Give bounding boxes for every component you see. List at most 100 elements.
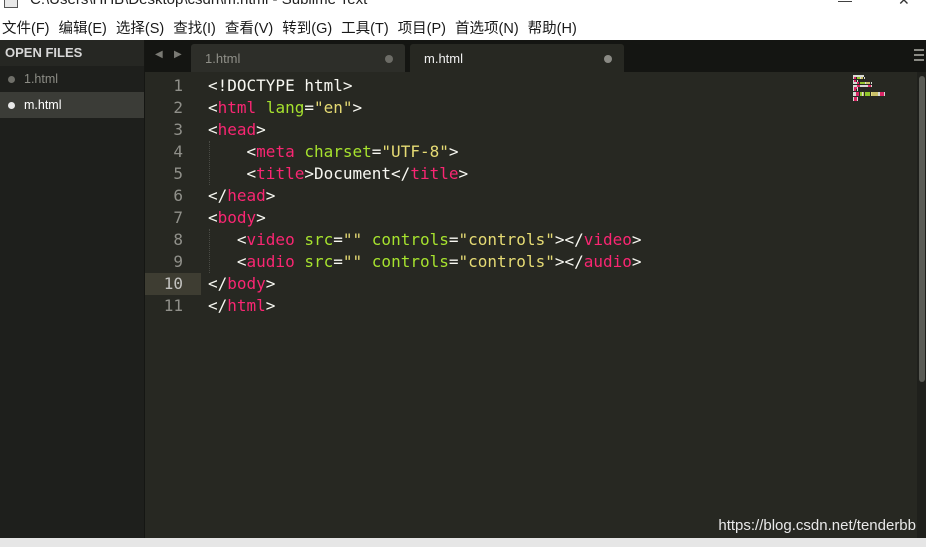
code-line[interactable]: </body>: [208, 273, 856, 295]
menu-file[interactable]: 文件(F): [0, 17, 57, 38]
code-token: "controls": [458, 252, 555, 271]
tab-close-icon[interactable]: [385, 55, 393, 63]
code-token: <: [208, 252, 247, 271]
code-token: =: [333, 252, 343, 271]
triangle-left-icon[interactable]: ◀: [155, 49, 163, 60]
code-token: "en": [313, 98, 353, 117]
code-token: "": [342, 252, 363, 271]
menu-project[interactable]: 项目(P): [396, 17, 453, 38]
code-token: <!DOCTYPE html>: [208, 76, 353, 95]
watermark-text: https://blog.csdn.net/tenderbb: [718, 517, 916, 534]
code-token: ></: [554, 230, 584, 249]
code-token: <: [208, 142, 257, 161]
code-line[interactable]: <audio src="" controls="controls"></audi…: [208, 251, 856, 273]
code-token: =: [304, 98, 314, 117]
tab-1-html[interactable]: 1.html: [191, 44, 405, 72]
code-token: </: [208, 186, 228, 205]
code-token: audio: [583, 252, 632, 271]
line-number: 9: [173, 252, 183, 271]
code-token: meta: [256, 142, 295, 161]
menu-tools[interactable]: 工具(T): [339, 17, 396, 38]
line-number: 6: [173, 186, 183, 205]
tab-label: 1.html: [205, 51, 241, 66]
tab-m-html[interactable]: m.html: [410, 44, 624, 72]
code-token: =: [333, 230, 343, 249]
code-token: charset: [304, 142, 372, 161]
code-line[interactable]: </html>: [208, 295, 856, 317]
code-token: ></: [554, 252, 584, 271]
code-token: <: [208, 230, 247, 249]
code-token: html: [227, 296, 266, 315]
code-line[interactable]: <head>: [208, 119, 856, 141]
line-number: 1: [173, 76, 183, 95]
code-token: =: [448, 230, 459, 249]
code-token: <: [208, 98, 218, 117]
scrollbar-thumb[interactable]: [919, 76, 925, 382]
menu-bar: 文件(F) 编辑(E) 选择(S) 查找(I) 查看(V) 转到(G) 工具(T…: [0, 14, 926, 40]
code-token: >: [265, 186, 276, 205]
code-editor[interactable]: 1 2 3 4 5 6 7 8 9 10 11 <!DOCTYPE html> <html lang=…: [145, 72, 926, 538]
code-line[interactable]: <video src="" controls="controls"></vide…: [208, 229, 856, 251]
code-token: =: [448, 252, 459, 271]
status-bar: [0, 538, 926, 547]
menu-view[interactable]: 查看(V): [223, 17, 280, 38]
vertical-scrollbar[interactable]: [917, 72, 926, 538]
code-token: <: [208, 164, 257, 183]
code-token: <: [208, 208, 218, 227]
code-token: >: [256, 208, 266, 227]
open-files-heading: OPEN FILES: [0, 40, 144, 66]
code-line[interactable]: <title>Document</title>: [208, 163, 856, 185]
line-number: 7: [173, 208, 183, 227]
line-number: 4: [173, 142, 183, 161]
menu-edit[interactable]: 编辑(E): [57, 17, 114, 38]
line-number-gutter: 1 2 3 4 5 6 7 8 9 10 11: [145, 75, 201, 317]
triangle-right-icon[interactable]: ▶: [174, 49, 182, 60]
code-token: >: [631, 230, 642, 249]
sidebar-file-label: 1.html: [24, 72, 59, 86]
code-token: controls: [371, 230, 449, 249]
app-icon: [4, 0, 18, 8]
code-token: body: [217, 208, 257, 227]
code-token: audio: [246, 252, 295, 271]
code-token: >: [265, 296, 276, 315]
indent-guide: [209, 229, 210, 273]
code-line[interactable]: <html lang="en">: [208, 97, 856, 119]
hamburger-icon[interactable]: [914, 49, 924, 61]
menu-preferences[interactable]: 首选项(N): [453, 17, 526, 38]
minimap[interactable]: [853, 75, 903, 101]
close-icon[interactable]: ✕: [898, 0, 910, 9]
minimize-icon[interactable]: —: [838, 0, 852, 8]
indent-guide: [209, 141, 210, 185]
menu-help[interactable]: 帮助(H): [526, 17, 584, 38]
line-number: 11: [163, 296, 183, 315]
code-token: <: [208, 120, 218, 139]
menu-selection[interactable]: 选择(S): [114, 17, 171, 38]
code-token: controls: [371, 252, 449, 271]
code-area[interactable]: <!DOCTYPE html> <html lang="en"> <head> <m…: [208, 75, 856, 317]
code-line[interactable]: </head>: [208, 185, 856, 207]
code-line[interactable]: <meta charset="UTF-8">: [208, 141, 856, 163]
code-token: >: [631, 252, 642, 271]
line-number: 2: [173, 98, 183, 117]
line-number: 10: [145, 273, 201, 295]
code-line[interactable]: <!DOCTYPE html>: [208, 75, 856, 97]
menu-goto[interactable]: 转到(G): [280, 17, 339, 38]
code-token: video: [246, 230, 295, 249]
tab-close-icon[interactable]: [604, 55, 612, 63]
file-dot-icon: [8, 76, 15, 83]
code-token: >: [256, 120, 266, 139]
menu-find[interactable]: 查找(I): [171, 17, 223, 38]
code-token: "": [342, 230, 363, 249]
code-line[interactable]: <body>: [208, 207, 856, 229]
code-token: =: [371, 142, 382, 161]
line-number: 8: [173, 230, 183, 249]
sidebar-file-1-html[interactable]: 1.html: [0, 66, 144, 92]
sidebar-file-m-html[interactable]: m.html: [0, 92, 144, 118]
tab-label: m.html: [424, 51, 463, 66]
code-token: head: [227, 186, 266, 205]
minimap-line: [853, 98, 903, 101]
